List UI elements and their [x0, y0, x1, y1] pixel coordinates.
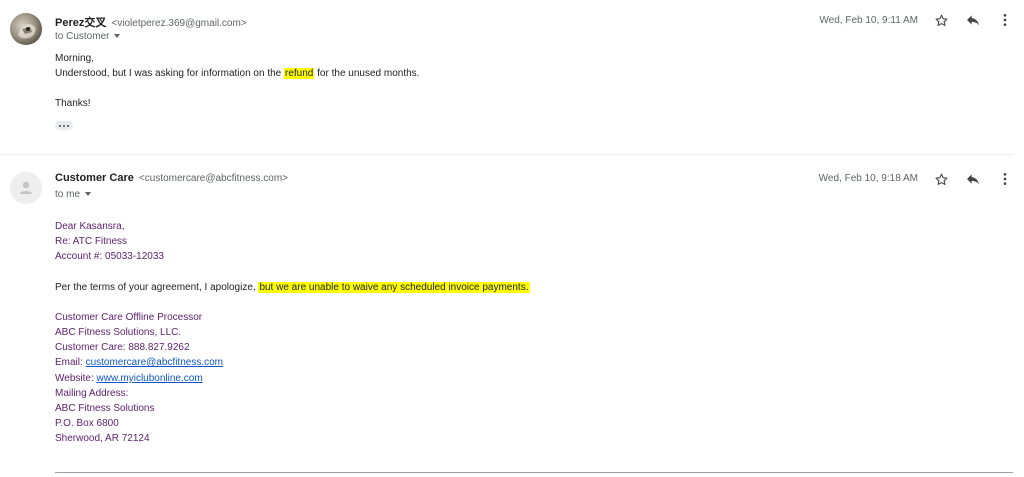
- show-trimmed-content-icon[interactable]: [55, 121, 73, 130]
- signature-email: Email: customercare@abcfitness.com: [55, 357, 223, 368]
- website-label: Website:: [55, 373, 97, 384]
- highlighted-text: refund: [284, 68, 315, 79]
- address-line-3: Sherwood, AR 72124: [55, 433, 150, 444]
- signature-website: Website: www.myiclubonline.com: [55, 373, 203, 384]
- message-body-line: Understood, but I was asking for informa…: [55, 68, 419, 79]
- message-date: Wed, Feb 10, 9:18 AM: [818, 173, 918, 184]
- sender-line: Customer Care <customercare@abcfitness.c…: [55, 172, 288, 184]
- photo-avatar-icon: [18, 24, 36, 39]
- recipient-label: to me: [55, 189, 81, 200]
- recipient-details[interactable]: to Customer: [55, 31, 121, 42]
- recipient-details[interactable]: to me: [55, 189, 92, 200]
- more-vertical-icon[interactable]: [996, 11, 1014, 29]
- body-text: Understood, but I was asking for informa…: [55, 68, 285, 79]
- message-body-line: Per the terms of your agreement, I apolo…: [55, 282, 530, 293]
- sender-avatar[interactable]: [10, 172, 42, 204]
- sender-line: Perez交叉 <violetperez.369@gmail.com>: [55, 14, 247, 30]
- sender-name[interactable]: Perez交叉: [55, 17, 106, 29]
- chevron-down-icon[interactable]: [114, 34, 121, 39]
- signoff-text: Thanks!: [55, 98, 91, 109]
- body-text: Per the terms of your agreement, I apolo…: [55, 282, 259, 293]
- highlighted-text: but we are unable to waive any scheduled…: [258, 282, 530, 293]
- default-person-avatar-icon: [20, 181, 32, 194]
- sender-name[interactable]: Customer Care: [55, 172, 134, 184]
- salutation-text: Dear Kasansra,: [55, 221, 125, 232]
- sender-email: <violetperez.369@gmail.com>: [111, 18, 247, 29]
- more-vertical-icon[interactable]: [996, 170, 1014, 188]
- email-message-1: Perez交叉 <violetperez.369@gmail.com> to C…: [0, 0, 1024, 154]
- address-line-2: P.O. Box 6800: [55, 418, 119, 429]
- greeting-text: Morning,: [55, 53, 94, 64]
- recipient-label: to Customer: [55, 31, 110, 42]
- email-link[interactable]: customercare@abcfitness.com: [86, 357, 223, 368]
- star-icon[interactable]: [932, 170, 950, 188]
- signature-divider: [55, 472, 1013, 473]
- reply-icon[interactable]: [964, 170, 982, 188]
- message-date: Wed, Feb 10, 9:11 AM: [819, 15, 918, 26]
- email-label: Email:: [55, 357, 86, 368]
- account-number: Account #: 05033-12033: [55, 251, 164, 262]
- address-line-1: ABC Fitness Solutions: [55, 403, 155, 414]
- email-message-2: Customer Care <customercare@abcfitness.c…: [0, 155, 1024, 477]
- sender-avatar[interactable]: [10, 13, 42, 45]
- re-line: Re: ATC Fitness: [55, 236, 128, 247]
- star-icon[interactable]: [932, 11, 950, 29]
- signature-company: ABC Fitness Solutions, LLC.: [55, 327, 182, 338]
- chevron-down-icon[interactable]: [85, 192, 92, 197]
- reply-icon[interactable]: [964, 11, 982, 29]
- sender-email: <customercare@abcfitness.com>: [138, 173, 289, 184]
- website-link[interactable]: www.myiclubonline.com: [97, 373, 203, 384]
- mailing-address-label: Mailing Address:: [55, 388, 129, 399]
- body-text: for the unused months.: [314, 68, 420, 79]
- signature-phone: Customer Care: 888.827.9262: [55, 342, 190, 353]
- signature-title: Customer Care Offline Processor: [55, 312, 203, 323]
